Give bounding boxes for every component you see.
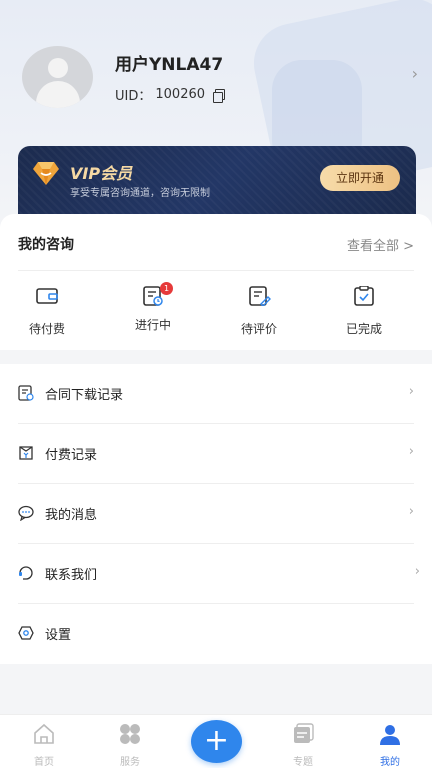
tab-service[interactable]: 服务: [100, 723, 160, 768]
tab-mine[interactable]: 我的: [360, 723, 420, 768]
tab-label: 我的: [380, 757, 400, 768]
payment-record-icon: [19, 446, 33, 460]
review-icon: [249, 286, 271, 307]
consult-title: 我的咨询: [18, 237, 74, 253]
tab-label: 服务: [120, 757, 140, 768]
uid-value: 100260: [155, 87, 206, 102]
chevron-right-icon[interactable]: ›: [412, 64, 418, 83]
status-pending-payment[interactable]: 待付费: [7, 286, 87, 337]
menu-label: 联系我们: [45, 568, 98, 583]
menu-label: 合同下载记录: [45, 388, 124, 403]
profile-section[interactable]: 用户YNLA47 UID： 100260 ›: [22, 42, 420, 112]
contact-icon: [19, 566, 33, 580]
chevron-right-icon: ›: [414, 564, 420, 579]
profile-icon: [380, 725, 400, 745]
consult-status-row: 待付费 1 进行中 待评价 已完成: [0, 282, 432, 337]
username: 用户YNLA47: [115, 55, 224, 75]
menu-label: 付费记录: [45, 448, 98, 463]
menu-item-contract-downloads[interactable]: 合同下载记录 ›: [0, 364, 432, 424]
avatar[interactable]: [22, 46, 93, 108]
topic-icon: [294, 723, 314, 743]
status-label: 待付费: [28, 322, 65, 336]
view-all-link[interactable]: 查看全部 >: [347, 235, 414, 254]
chevron-right-icon: ›: [408, 384, 414, 399]
vip-card[interactable]: VIP会员 享受专属咨询通道，咨询无限制 立即开通: [18, 146, 416, 220]
completed-icon: [354, 285, 374, 306]
status-pending-review[interactable]: 待评价: [219, 286, 299, 337]
menu-list: 合同下载记录 › 付费记录 › 我的消息 › 联系我们 › 设置: [0, 364, 432, 664]
vip-open-button[interactable]: 立即开通: [320, 165, 400, 191]
menu-item-my-messages[interactable]: 我的消息 ›: [0, 484, 432, 544]
status-completed[interactable]: 已完成: [324, 285, 404, 337]
add-button[interactable]: +: [191, 720, 242, 763]
status-label: 待评价: [240, 322, 277, 336]
chevron-right-icon: ›: [408, 444, 414, 459]
uid-label: UID：: [115, 89, 152, 104]
divider: [18, 270, 414, 271]
settings-icon: [18, 626, 34, 640]
uid-row: UID： 100260: [115, 85, 226, 104]
message-icon: [18, 505, 34, 521]
tab-home[interactable]: 首页: [14, 723, 74, 768]
copy-icon[interactable]: [213, 88, 226, 103]
status-in-progress[interactable]: 1 进行中: [113, 282, 193, 333]
menu-label: 设置: [45, 628, 72, 643]
tab-label: 专题: [293, 757, 313, 768]
vip-subtitle: 享受专属咨询通道，咨询无限制: [70, 188, 210, 199]
status-label: 已完成: [345, 322, 382, 336]
service-icon: [120, 724, 140, 744]
consult-card: 我的咨询 查看全部 > 待付费 1 进行中 待评价 已完成: [0, 214, 432, 350]
menu-item-settings[interactable]: 设置: [0, 604, 432, 664]
chevron-right-icon: ›: [408, 504, 414, 519]
contract-icon: [18, 385, 34, 401]
menu-label: 我的消息: [45, 508, 98, 523]
vip-gem-icon: [33, 162, 59, 185]
notification-badge: 1: [160, 282, 173, 295]
menu-item-contact-us[interactable]: 联系我们 ›: [0, 544, 432, 604]
menu-item-payment-records[interactable]: 付费记录 ›: [0, 424, 432, 484]
wallet-icon: [36, 288, 58, 304]
tab-label: 首页: [34, 757, 54, 768]
vip-title: VIP会员: [70, 164, 133, 183]
tab-topic[interactable]: 专题: [273, 723, 333, 768]
status-label: 进行中: [134, 318, 171, 332]
home-icon: [34, 723, 54, 744]
